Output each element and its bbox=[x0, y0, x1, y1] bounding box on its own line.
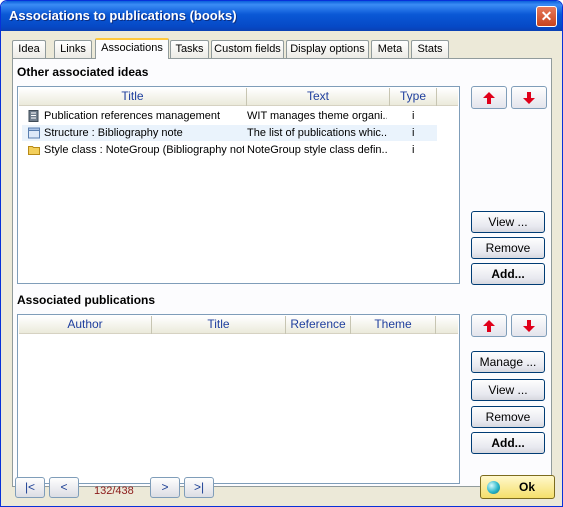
column-type[interactable]: Type bbox=[390, 88, 437, 106]
arrow-up-icon bbox=[483, 320, 495, 332]
tab-associations[interactable]: Associations bbox=[95, 38, 169, 59]
idea-text: NoteGroup style class defin... bbox=[247, 144, 387, 156]
folder-icon bbox=[28, 146, 40, 155]
column-title[interactable]: Title bbox=[152, 316, 286, 334]
title-bar[interactable]: Associations to publications (books) ✕ bbox=[1, 1, 562, 31]
move-down-button[interactable] bbox=[511, 314, 547, 337]
tab-stats[interactable]: Stats bbox=[411, 40, 449, 58]
last-record-button[interactable]: >| bbox=[184, 477, 214, 498]
column-author[interactable]: Author bbox=[19, 316, 152, 334]
idea-title: Structure : Bibliography note bbox=[44, 127, 183, 139]
column-theme[interactable]: Theme bbox=[351, 316, 436, 334]
ideas-section-label: Other associated ideas bbox=[17, 65, 149, 79]
tab-custom-fields[interactable]: Custom fields bbox=[211, 40, 284, 58]
idea-text: The list of publications whic... bbox=[247, 127, 387, 139]
idea-type: i bbox=[412, 127, 415, 139]
view-idea-button[interactable]: View ... bbox=[471, 211, 545, 233]
add-publication-button[interactable]: Add... bbox=[471, 432, 545, 454]
tab-idea[interactable]: Idea bbox=[12, 40, 46, 58]
first-record-button[interactable]: |< bbox=[15, 477, 45, 498]
ok-status-icon bbox=[487, 481, 500, 494]
arrow-up-icon bbox=[483, 92, 495, 104]
column-title[interactable]: Title bbox=[19, 88, 247, 106]
add-idea-button[interactable]: Add... bbox=[471, 263, 545, 285]
idea-title: Publication references management bbox=[44, 110, 221, 122]
publications-section-label: Associated publications bbox=[17, 293, 156, 307]
note-icon bbox=[28, 127, 40, 139]
list-item[interactable]: Publication references management WIT ma… bbox=[22, 108, 437, 124]
column-reference[interactable]: Reference bbox=[286, 316, 351, 334]
ok-button[interactable]: Ok bbox=[480, 475, 555, 499]
dialog-window: Associations to publications (books) ✕ I… bbox=[0, 0, 563, 507]
idea-type: i bbox=[412, 110, 415, 122]
close-button[interactable]: ✕ bbox=[536, 6, 557, 27]
publications-list[interactable]: Author Title Reference Theme bbox=[17, 314, 460, 484]
next-record-button[interactable]: > bbox=[150, 477, 180, 498]
document-icon bbox=[28, 110, 39, 122]
previous-record-button[interactable]: < bbox=[49, 477, 79, 498]
arrow-down-icon bbox=[523, 92, 535, 104]
move-down-button[interactable] bbox=[511, 86, 547, 109]
record-counter: 132/438 bbox=[94, 485, 134, 497]
remove-idea-button[interactable]: Remove bbox=[471, 237, 545, 259]
ok-label: Ok bbox=[519, 480, 536, 494]
column-text[interactable]: Text bbox=[247, 88, 390, 106]
manage-publications-button[interactable]: Manage ... bbox=[471, 351, 545, 373]
window-title: Associations to publications (books) bbox=[9, 8, 237, 23]
idea-type: i bbox=[412, 144, 415, 156]
move-up-button[interactable] bbox=[471, 86, 507, 109]
dialog-body: Idea Links Associations Tasks Custom fie… bbox=[5, 31, 558, 502]
tab-display-options[interactable]: Display options bbox=[286, 40, 369, 58]
remove-publication-button[interactable]: Remove bbox=[471, 406, 545, 428]
list-item[interactable]: Structure : Bibliography note The list o… bbox=[22, 125, 437, 141]
associations-panel: Other associated ideas Title Text Type P… bbox=[12, 58, 552, 487]
idea-text: WIT manages theme organi... bbox=[247, 110, 387, 122]
view-publication-button[interactable]: View ... bbox=[471, 379, 545, 401]
ideas-list[interactable]: Title Text Type Publication references m… bbox=[17, 86, 460, 284]
list-item[interactable]: Style class : NoteGroup (Bibliography no… bbox=[22, 142, 437, 158]
idea-title: Style class : NoteGroup (Bibliography no… bbox=[44, 144, 244, 156]
tab-meta[interactable]: Meta bbox=[371, 40, 409, 58]
arrow-down-icon bbox=[523, 320, 535, 332]
tab-tasks[interactable]: Tasks bbox=[170, 40, 209, 58]
ideas-list-header: Title Text Type bbox=[19, 88, 458, 106]
tab-links[interactable]: Links bbox=[54, 40, 92, 58]
publications-list-header: Author Title Reference Theme bbox=[19, 316, 458, 334]
move-up-button[interactable] bbox=[471, 314, 507, 337]
